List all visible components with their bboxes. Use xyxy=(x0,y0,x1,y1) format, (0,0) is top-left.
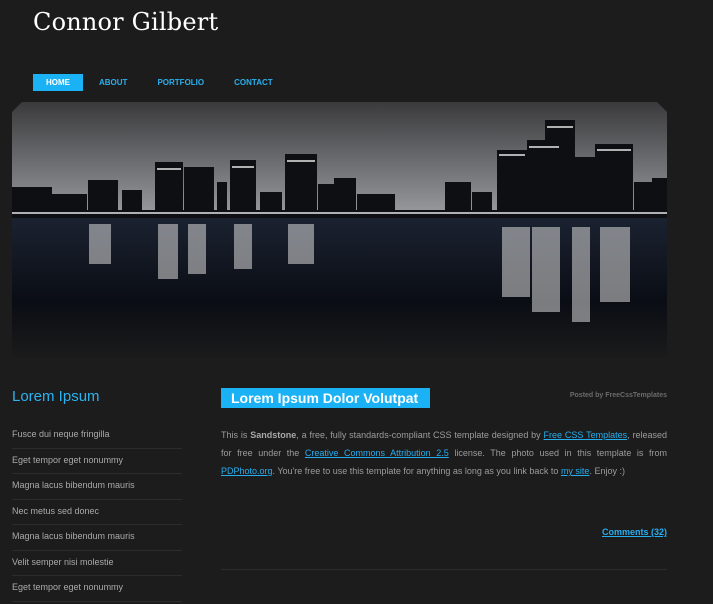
posted-by: Posted by FreeCssTemplates xyxy=(569,392,667,399)
pdphoto-link[interactable]: PDPhoto.org xyxy=(221,466,273,476)
post: Lorem Ipsum Dolor Volutpat Posted by Fre… xyxy=(221,388,667,570)
city-skyline-image xyxy=(12,102,667,358)
creative-commons-link[interactable]: Creative Commons Attribution 2.5 xyxy=(305,448,449,458)
sidebar-item[interactable]: Eget tempor eget nonummy xyxy=(12,576,182,602)
nav-contact[interactable]: Contact xyxy=(218,74,287,91)
sidebar-item[interactable]: Nec metus sed donec xyxy=(12,500,182,525)
post-body: This is Sandstone, a free, fully standar… xyxy=(221,426,667,480)
main-nav: Home About Portfolio Contact xyxy=(33,74,287,91)
sidebar-heading: Lorem Ipsum xyxy=(12,388,100,405)
post-text: . You're free to use this template for a… xyxy=(272,466,561,476)
sidebar-item[interactable]: Magna lacus bibendum mauris xyxy=(12,474,182,500)
post-title: Lorem Ipsum Dolor Volutpat xyxy=(221,388,430,408)
post-text: license. The photo used in this template… xyxy=(448,448,667,458)
post-text: This is xyxy=(221,430,251,440)
comments-link[interactable]: Comments (32) xyxy=(602,527,667,537)
nav-about[interactable]: About xyxy=(83,74,141,91)
nav-portfolio[interactable]: Portfolio xyxy=(141,74,218,91)
sidebar: Lorem Ipsum Fusce dui neque fringilla Eg… xyxy=(12,388,182,602)
sidebar-item[interactable]: Eget tempor eget nonummy xyxy=(12,449,182,474)
free-css-templates-link[interactable]: Free CSS Templates xyxy=(544,430,628,440)
sidebar-list: Fusce dui neque fringilla Eget tempor eg… xyxy=(12,423,182,602)
post-text: , a free, fully standards-compliant CSS … xyxy=(296,430,544,440)
sidebar-item[interactable]: Magna lacus bibendum mauris xyxy=(12,525,182,551)
template-name: Sandstone xyxy=(250,430,297,440)
hero-image xyxy=(12,102,667,358)
sidebar-item[interactable]: Velit semper nisi molestie xyxy=(12,551,182,576)
my-site-link[interactable]: my site xyxy=(561,466,590,476)
post-text: . Enjoy :) xyxy=(589,466,625,476)
divider xyxy=(221,569,667,570)
site-title: Connor Gilbert xyxy=(33,8,219,36)
nav-home[interactable]: Home xyxy=(33,74,83,91)
sidebar-item[interactable]: Fusce dui neque fringilla xyxy=(12,423,182,449)
